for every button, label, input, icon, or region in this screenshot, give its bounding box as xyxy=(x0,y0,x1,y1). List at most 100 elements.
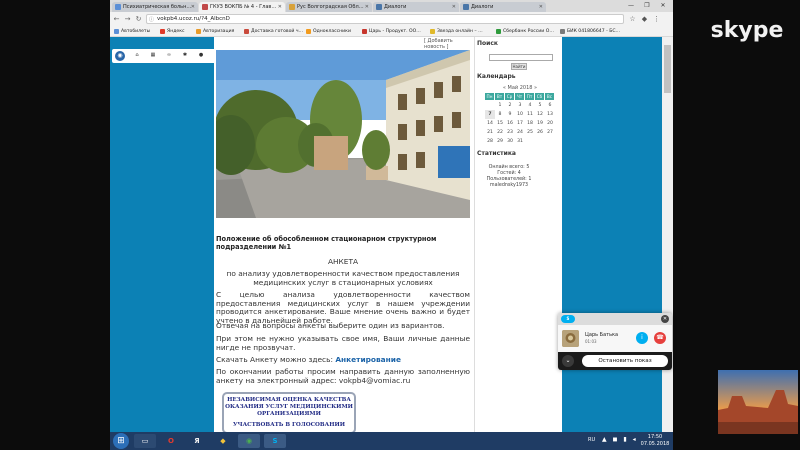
globe-icon[interactable]: ◉ xyxy=(115,51,125,61)
calendar-day[interactable]: 28 xyxy=(485,137,495,146)
close-icon[interactable]: ✕ xyxy=(661,315,669,323)
bookmark-6[interactable]: Царь - Продукт. ОО… xyxy=(362,27,421,36)
quality-assessment-banner[interactable]: НЕЗАВИСИМАЯ ОЦЕНКА КАЧЕСТВА ОКАЗАНИЯ УСЛ… xyxy=(222,392,356,432)
grid-icon[interactable]: ▦ xyxy=(150,52,156,58)
language-indicator[interactable]: RU xyxy=(588,437,595,443)
calendar-day[interactable]: 16 xyxy=(505,119,515,128)
star-icon[interactable]: ☆ xyxy=(628,15,637,24)
calendar-day[interactable]: 25 xyxy=(525,128,535,137)
weekday-label: Чт xyxy=(515,93,525,100)
home-icon[interactable]: ⌂ xyxy=(134,52,140,58)
add-news-link[interactable]: [ Добавить новость ] xyxy=(424,38,474,50)
calendar-day[interactable]: 4 xyxy=(525,101,535,110)
tray-icons[interactable]: ▲ ◼ ▮ ◂ xyxy=(602,436,638,443)
explorer-icon[interactable]: ▭ xyxy=(134,434,156,448)
calendar-day[interactable]: 14 xyxy=(485,119,495,128)
bookmark-2[interactable]: Яндекс xyxy=(160,27,185,36)
reload-icon[interactable]: ↻ xyxy=(134,15,143,24)
clock-date[interactable]: 07.05.2018 xyxy=(638,441,672,447)
favicon-icon xyxy=(289,4,295,10)
calendar-day[interactable]: 10 xyxy=(515,110,525,119)
tab-1[interactable]: Психиатрическая больн… ✕ xyxy=(112,2,198,12)
close-tab-icon[interactable]: ✕ xyxy=(365,2,369,12)
calendar-day[interactable]: 12 xyxy=(535,110,545,119)
link-icon[interactable]: ∞ xyxy=(166,52,172,58)
close-window-icon[interactable]: ✕ xyxy=(656,1,670,10)
bookmark-7[interactable]: Звезда онлайн – … xyxy=(430,27,483,36)
calendar-day[interactable]: 30 xyxy=(505,137,515,146)
menu-icon[interactable]: ⋮ xyxy=(652,15,661,24)
skype-taskbar-icon[interactable]: S xyxy=(264,434,286,448)
bookmark-icon xyxy=(496,29,501,34)
calendar-day[interactable]: 22 xyxy=(495,128,505,137)
bookmark-icon xyxy=(160,29,165,34)
calendar-day[interactable]: 21 xyxy=(485,128,495,137)
bookmark-icon xyxy=(430,29,435,34)
close-tab-icon[interactable]: ✕ xyxy=(191,2,195,12)
scrollbar-thumb[interactable] xyxy=(664,45,671,93)
extension-icon[interactable]: ◆ xyxy=(640,15,649,24)
settings-icon[interactable]: ✱ xyxy=(182,52,188,58)
bookmark-5[interactable]: Одноклассники xyxy=(306,27,351,36)
document-title[interactable]: Положение об обособленном стационарном с… xyxy=(216,235,470,251)
end-call-icon[interactable]: ☎ xyxy=(654,332,666,344)
banner-vote-line: УЧАСТВОВАТЬ В ГОЛОСОВАНИИ xyxy=(232,422,346,428)
minimize-icon[interactable]: — xyxy=(624,1,638,10)
bookmark-9[interactable]: БИК 041806647 - БС… xyxy=(560,27,620,36)
search-button[interactable]: Найти xyxy=(511,63,527,70)
calendar-day[interactable]: 1 xyxy=(495,101,505,110)
calendar-day[interactable]: 8 xyxy=(495,110,505,119)
calendar-day[interactable]: 31 xyxy=(515,137,525,146)
calendar-day[interactable]: 24 xyxy=(515,128,525,137)
calendar-day[interactable]: 3 xyxy=(515,101,525,110)
clock-time[interactable]: 17:50 xyxy=(638,434,672,440)
calendar-day[interactable]: 7 xyxy=(485,110,495,119)
calendar-day[interactable]: 11 xyxy=(525,110,535,119)
close-tab-icon[interactable]: ✕ xyxy=(278,2,282,12)
maximize-icon[interactable]: ❐ xyxy=(640,1,654,10)
back-icon[interactable]: ← xyxy=(112,15,121,24)
opera-icon[interactable]: O xyxy=(160,434,182,448)
scrollbar[interactable] xyxy=(662,37,673,432)
calendar-day[interactable]: 5 xyxy=(535,101,545,110)
calendar-day[interactable]: 9 xyxy=(505,110,515,119)
url-input[interactable]: ⓘ vokpb4.ucoz.ru/?4_AlbcnD xyxy=(146,14,624,24)
close-tab-icon[interactable]: ✕ xyxy=(452,2,456,12)
calendar-day[interactable]: 23 xyxy=(505,128,515,137)
calendar-day[interactable]: 26 xyxy=(535,128,545,137)
tab-5[interactable]: Диалоги ✕ xyxy=(460,2,546,12)
bookmark-1[interactable]: Автобилеты xyxy=(114,27,150,36)
tab-4[interactable]: Диалоги ✕ xyxy=(373,2,459,12)
start-button[interactable]: ⊞ xyxy=(113,433,129,449)
tab-3[interactable]: Рус Волгоградская Обл… ✕ xyxy=(286,2,372,12)
calendar-day[interactable]: 20 xyxy=(545,119,555,128)
calendar-day[interactable]: 27 xyxy=(545,128,555,137)
calendar-day[interactable]: 15 xyxy=(495,119,505,128)
chrome-icon[interactable]: ◉ xyxy=(238,434,260,448)
calendar-day[interactable]: 2 xyxy=(505,101,515,110)
calendar-day[interactable]: 29 xyxy=(495,137,505,146)
bell-icon[interactable]: ● xyxy=(198,52,204,58)
download-link[interactable]: Анкетирование xyxy=(335,355,401,364)
calendar-day[interactable]: 18 xyxy=(525,119,535,128)
bookmark-8[interactable]: Сбербанк России О… xyxy=(496,27,554,36)
tab-2[interactable]: ГКУЗ ВОКПБ № 4 - Глав… ✕ xyxy=(199,2,285,12)
online-username[interactable]: malednsky1973 xyxy=(477,183,541,188)
calendar-day[interactable]: 13 xyxy=(545,110,555,119)
calendar-day[interactable]: 6 xyxy=(545,101,555,110)
tab-label: Диалоги xyxy=(384,4,407,10)
calendar-day[interactable]: 19 xyxy=(535,119,545,128)
calendar-month[interactable]: « Май 2018 » xyxy=(485,85,555,91)
search-input[interactable] xyxy=(489,54,553,61)
forward-icon[interactable]: → xyxy=(123,15,132,24)
close-tab-icon[interactable]: ✕ xyxy=(539,2,543,12)
bookmark-4[interactable]: Доставка готовой ч… xyxy=(244,27,303,36)
info-icon[interactable]: i xyxy=(636,332,648,344)
calendar-day[interactable]: 17 xyxy=(515,119,525,128)
bookmark-3[interactable]: Авторизация xyxy=(196,27,234,36)
chevron-down-icon[interactable]: ⌄ xyxy=(562,355,574,367)
stop-sharing-button[interactable]: Остановить показ xyxy=(582,355,668,367)
game-icon[interactable]: ◆ xyxy=(212,434,234,448)
bookmark-icon xyxy=(196,29,201,34)
yandex-icon[interactable]: Я xyxy=(186,434,208,448)
